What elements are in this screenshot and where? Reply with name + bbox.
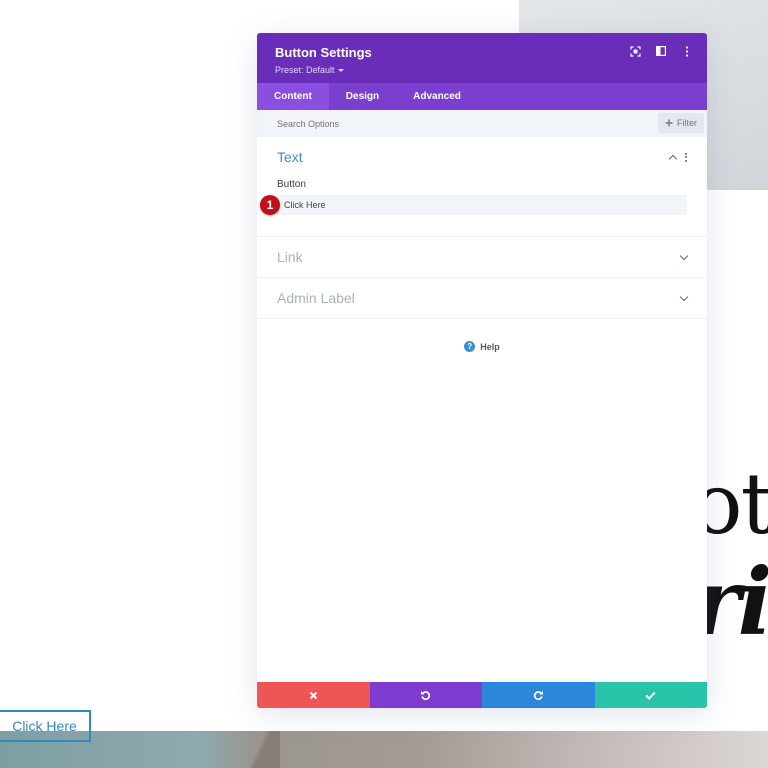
section-admin-label-title: Admin Label xyxy=(277,290,355,306)
check-icon xyxy=(645,691,656,700)
caret-down-icon xyxy=(337,68,344,72)
split-view-icon[interactable] xyxy=(655,45,667,57)
chevron-down-icon[interactable] xyxy=(679,292,689,301)
search-options-input[interactable] xyxy=(277,118,577,129)
filter-button[interactable]: Filter xyxy=(658,113,704,133)
cancel-button[interactable] xyxy=(257,682,370,708)
preset-selector[interactable]: Preset: Default xyxy=(275,65,689,75)
help-icon: ? xyxy=(464,341,476,352)
modal-header[interactable]: Button Settings Preset: Default xyxy=(257,33,707,83)
help-link[interactable]: ? Help xyxy=(257,341,707,352)
section-admin-label[interactable]: Admin Label xyxy=(257,278,707,319)
save-button[interactable] xyxy=(594,682,707,708)
step-badge: 1 xyxy=(260,195,280,215)
plus-icon xyxy=(665,119,673,127)
section-text-toggle[interactable]: Text xyxy=(257,149,707,165)
undo-button[interactable] xyxy=(369,682,482,708)
filter-label: Filter xyxy=(677,118,697,128)
modal-footer xyxy=(257,682,707,708)
chevron-up-icon[interactable] xyxy=(668,154,678,163)
redo-button[interactable] xyxy=(482,682,595,708)
section-link[interactable]: Link xyxy=(257,237,707,278)
chevron-down-icon[interactable] xyxy=(679,251,689,260)
section-text-title: Text xyxy=(277,149,303,165)
tab-content[interactable]: Content xyxy=(257,83,329,110)
undo-icon xyxy=(421,690,431,700)
page-click-here-button[interactable]: Click Here xyxy=(0,710,91,742)
focus-icon[interactable] xyxy=(629,45,641,57)
section-text: Text Button 1 xyxy=(257,137,707,237)
search-bar: Filter xyxy=(257,110,707,137)
more-options-icon[interactable] xyxy=(681,45,693,57)
help-label: Help xyxy=(480,341,500,352)
button-text-label: Button xyxy=(277,179,306,190)
redo-icon xyxy=(533,690,543,700)
button-settings-modal: Button Settings Preset: Default Content … xyxy=(257,33,707,708)
tab-design[interactable]: Design xyxy=(329,83,396,110)
close-icon xyxy=(309,691,317,699)
section-options-icon[interactable] xyxy=(685,152,687,162)
button-text-input[interactable] xyxy=(277,195,687,215)
section-link-title: Link xyxy=(277,249,303,265)
modal-title: Button Settings xyxy=(275,45,372,60)
preset-label: Preset: Default xyxy=(275,65,335,75)
tab-advanced[interactable]: Advanced xyxy=(396,83,478,110)
background-photo-strip xyxy=(0,731,768,768)
tab-bar: Content Design Advanced xyxy=(257,83,707,110)
